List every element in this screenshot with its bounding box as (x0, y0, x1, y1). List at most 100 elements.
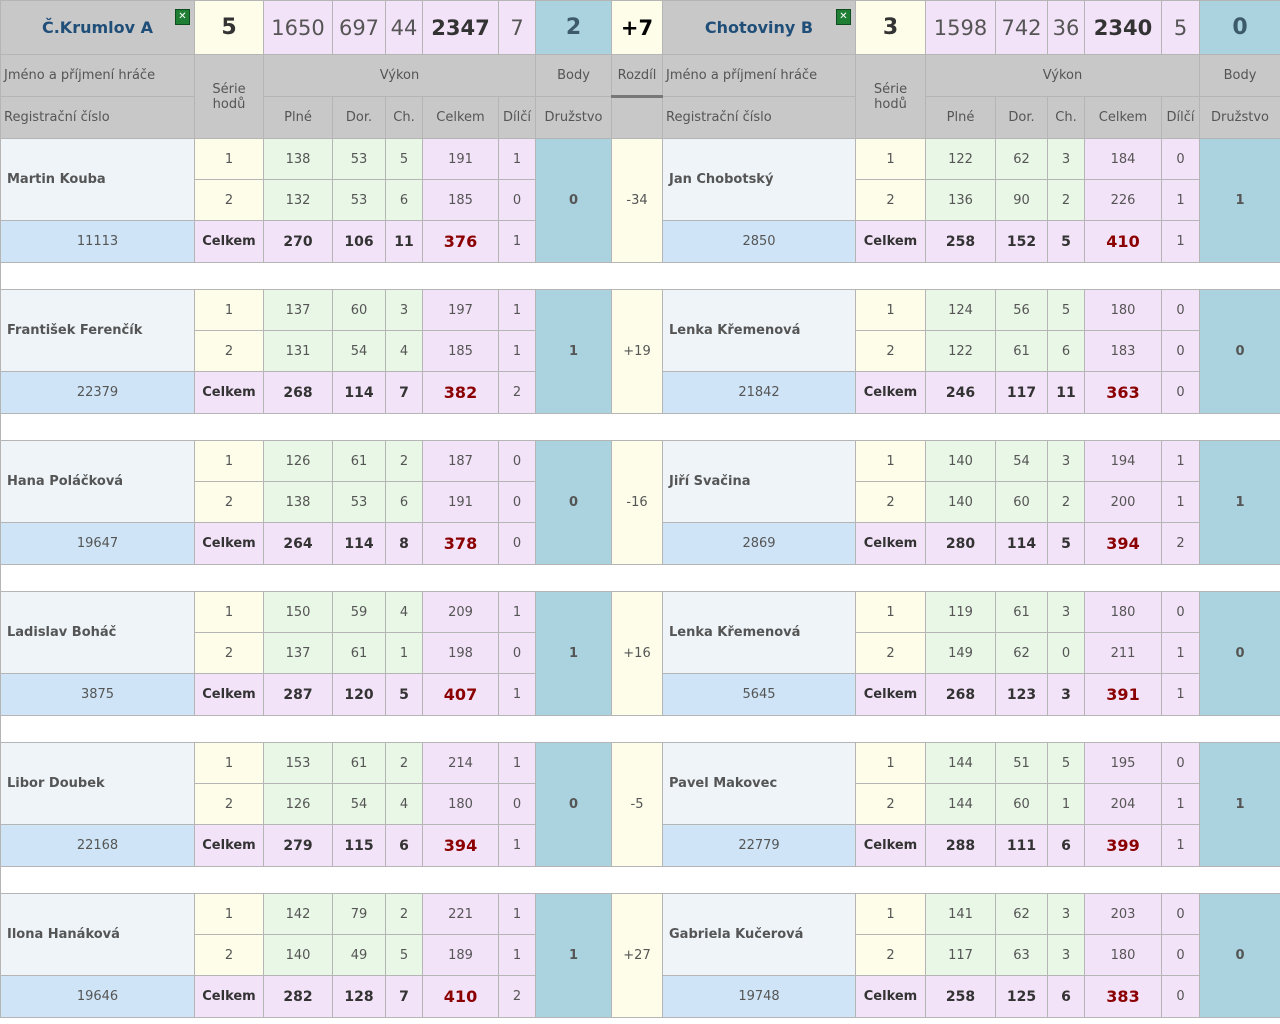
total-label: Celkem (855, 975, 926, 1018)
match-spacer (0, 866, 1280, 894)
away-player-name[interactable]: Jan Chobotský (662, 138, 856, 221)
full-header: Plné (263, 96, 333, 139)
total-full: 282 (263, 975, 333, 1018)
full-value: 144 (925, 783, 996, 825)
clear-value: 51 (995, 742, 1048, 784)
partial-value: 0 (1161, 934, 1200, 976)
total-value: 200 (1084, 481, 1162, 523)
spacer-cell (0, 715, 1280, 743)
total-misses: 7 (385, 371, 423, 414)
total-clear: 106 (332, 220, 386, 263)
full-value: 126 (263, 783, 333, 825)
total-value: 189 (422, 934, 499, 976)
match-row-series-1: František Ferenčík 1 137 60 3 197 1 1 +1… (0, 289, 1280, 414)
series-number: 1 (194, 591, 264, 633)
full-value: 149 (925, 632, 996, 674)
match-row-series-1: Hana Poláčková 1 126 61 2 187 0 0 -16 Ji… (0, 440, 1280, 565)
full-value: 142 (263, 893, 333, 935)
total-misses: 5 (1047, 522, 1085, 565)
total-label: Celkem (194, 371, 264, 414)
partial-value: 0 (498, 783, 536, 825)
total-clear: 123 (995, 673, 1048, 716)
partial-value: 1 (498, 934, 536, 976)
clear-value: 60 (332, 289, 386, 331)
clear-header: Dor. (995, 96, 1048, 139)
home-reg-number: 3875 (0, 673, 195, 716)
total-score: 410 (1084, 220, 1162, 263)
misses-value: 3 (1047, 440, 1085, 482)
total-label: Celkem (194, 220, 264, 263)
series-number: 1 (855, 893, 926, 935)
home-match-score: 5 (194, 0, 264, 55)
clear-value: 53 (332, 179, 386, 221)
total-score: 394 (422, 824, 499, 867)
home-player-name[interactable]: Hana Poláčková (0, 440, 195, 523)
misses-value: 4 (385, 783, 423, 825)
full-value: 122 (925, 330, 996, 372)
away-player-name[interactable]: Lenka Křemenová (662, 591, 856, 674)
total-full: 258 (925, 975, 996, 1018)
total-partial: 2 (1161, 522, 1200, 565)
misses-value: 2 (1047, 179, 1085, 221)
misses-value: 3 (385, 289, 423, 331)
home-player-points: 1 (535, 893, 612, 1018)
total-full: 288 (925, 824, 996, 867)
full-value: 132 (263, 179, 333, 221)
away-team-cell: Chotoviny B ✕ (662, 0, 856, 55)
total-label: Celkem (855, 522, 926, 565)
total-full: 280 (925, 522, 996, 565)
partial-value: 1 (1161, 481, 1200, 523)
away-reg-number: 22779 (662, 824, 856, 867)
series-number: 2 (194, 632, 264, 674)
misses-value: 2 (385, 742, 423, 784)
away-player-points: 0 (1199, 289, 1280, 414)
series-number: 1 (194, 289, 264, 331)
partial-header: Dílčí (498, 96, 536, 139)
partial-value: 0 (1161, 742, 1200, 784)
performance-header: Výkon (925, 54, 1200, 97)
total-partial: 1 (1161, 220, 1200, 263)
partial-value: 0 (1161, 330, 1200, 372)
total-score: 394 (1084, 522, 1162, 565)
total-value: 180 (1084, 934, 1162, 976)
total-clear: 152 (995, 220, 1048, 263)
total-header: Celkem (422, 96, 499, 139)
total-partial: 1 (498, 824, 536, 867)
series-header: Série hodů (855, 54, 926, 139)
clear-value: 60 (995, 481, 1048, 523)
total-full: 287 (263, 673, 333, 716)
total-misses: 5 (1047, 220, 1085, 263)
total-value: 211 (1084, 632, 1162, 674)
away-team-points: 0 (1199, 0, 1280, 55)
home-player-name[interactable]: Libor Doubek (0, 742, 195, 825)
partial-value: 0 (498, 440, 536, 482)
home-player-name[interactable]: Martin Kouba (0, 138, 195, 221)
home-player-name[interactable]: Ladislav Boháč (0, 591, 195, 674)
clear-value: 59 (332, 591, 386, 633)
total-value: 214 (422, 742, 499, 784)
away-player-name[interactable]: Jiří Svačina (662, 440, 856, 523)
full-value: 126 (263, 440, 333, 482)
full-value: 119 (925, 591, 996, 633)
home-player-name[interactable]: František Ferenčík (0, 289, 195, 372)
home-player-name[interactable]: Ilona Hanáková (0, 893, 195, 976)
excel-export-icon[interactable]: ✕ (836, 9, 851, 25)
away-player-name[interactable]: Lenka Křemenová (662, 289, 856, 372)
series-number: 1 (194, 138, 264, 180)
partial-value: 0 (1161, 591, 1200, 633)
total-full: 268 (925, 673, 996, 716)
excel-export-icon[interactable]: ✕ (175, 9, 190, 25)
total-value: 198 (422, 632, 499, 674)
misses-value: 2 (1047, 481, 1085, 523)
series-number: 1 (855, 591, 926, 633)
full-value: 137 (263, 632, 333, 674)
clear-value: 60 (995, 783, 1048, 825)
total-clear: 128 (332, 975, 386, 1018)
home-team-link[interactable]: Č.Krumlov A (42, 18, 153, 37)
player-name-header: Jméno a příjmení hráče (0, 54, 195, 97)
away-player-name[interactable]: Gabriela Kučerová (662, 893, 856, 976)
match-row-series-1: Ilona Hanáková 1 142 79 2 221 1 1 +27 Ga… (0, 893, 1280, 1018)
home-total-sum: 2347 (422, 0, 499, 55)
away-team-link[interactable]: Chotoviny B (705, 18, 813, 37)
away-player-name[interactable]: Pavel Makovec (662, 742, 856, 825)
